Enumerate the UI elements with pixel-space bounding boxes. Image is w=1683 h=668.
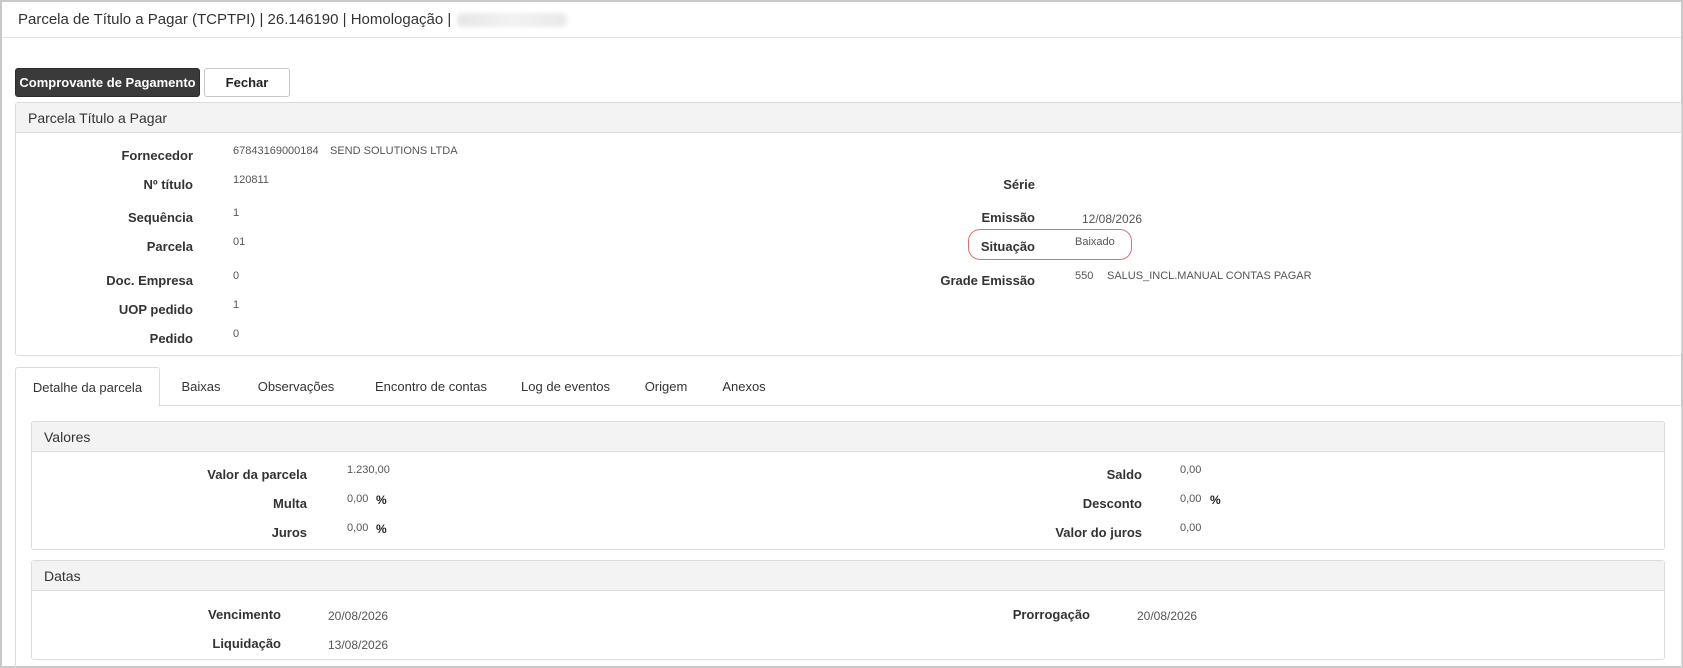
juros-label: Juros <box>271 525 307 540</box>
prorrogacao-label: Prorrogação <box>1012 607 1090 622</box>
saldo-label: Saldo <box>1106 467 1142 482</box>
valor-juros-value: 0,00 <box>1180 522 1202 534</box>
tab-detalhe-parcela[interactable]: Detalhe da parcela <box>15 367 160 407</box>
sequencia-value: 1 <box>233 207 240 219</box>
desconto-label: Desconto <box>1082 496 1142 511</box>
valores-title: Valores <box>32 422 1664 452</box>
pedido-value: 0 <box>233 328 240 340</box>
grade-emissao-code: 550 <box>1075 270 1094 282</box>
situacao-value: Baixado <box>1075 236 1115 248</box>
fornecedor-code: 67843169000184 <box>233 145 319 157</box>
valor-parcela-value: 1.230,00 <box>347 464 390 476</box>
redacted-environment <box>457 12 568 27</box>
grade-emissao-label: Grade Emissão <box>940 273 1035 288</box>
prorrogacao-value: 20/08/2026 <box>1137 609 1198 623</box>
sequencia-label: Sequência <box>127 210 193 225</box>
situacao-label: Situação <box>980 239 1035 254</box>
doc-empresa-value: 0 <box>233 270 240 282</box>
fechar-button[interactable]: Fechar <box>204 68 290 97</box>
desconto-value: 0,00 <box>1180 493 1202 505</box>
multa-percent: % <box>376 493 387 507</box>
vencimento-value: 20/08/2026 <box>328 609 389 623</box>
fornecedor-label: Fornecedor <box>121 148 193 163</box>
app-window: Parcela de Título a Pagar (TCPTPI) | 26.… <box>0 0 1683 668</box>
title-bar: Parcela de Título a Pagar (TCPTPI) | 26.… <box>2 2 1681 38</box>
vencimento-label: Vencimento <box>208 607 281 622</box>
emissao-value: 12/08/2026 <box>1082 212 1143 226</box>
window-title: Parcela de Título a Pagar (TCPTPI) | 26.… <box>18 11 452 28</box>
titulo-value: 120811 <box>233 174 269 186</box>
emissao-label: Emissão <box>981 210 1035 225</box>
multa-label: Multa <box>273 496 307 511</box>
valor-juros-label: Valor do juros <box>1055 525 1142 540</box>
datas-title: Datas <box>32 561 1664 591</box>
juros-percent: % <box>376 522 387 536</box>
liquidacao-value: 13/08/2026 <box>328 638 389 652</box>
parcela-titulo-panel: Parcela Título a Pagar <box>15 102 1682 356</box>
pedido-label: Pedido <box>149 331 193 346</box>
tab-baixas[interactable]: Baixas <box>166 367 236 406</box>
juros-value: 0,00 <box>347 522 369 534</box>
parcela-label: Parcela <box>146 239 193 254</box>
tab-origem[interactable]: Origem <box>630 367 702 406</box>
tab-anexos[interactable]: Anexos <box>708 367 780 406</box>
doc-empresa-label: Doc. Empresa <box>106 273 193 288</box>
tab-observacoes[interactable]: Observações <box>244 367 348 406</box>
desconto-percent: % <box>1210 493 1221 507</box>
panel-title: Parcela Título a Pagar <box>16 103 1681 133</box>
titulo-label: Nº título <box>143 177 193 192</box>
tab-log-eventos[interactable]: Log de eventos <box>509 367 622 406</box>
uop-pedido-value: 1 <box>233 299 240 311</box>
parcela-value: 01 <box>233 236 246 248</box>
uop-pedido-label: UOP pedido <box>118 302 193 317</box>
liquidacao-label: Liquidação <box>212 636 281 651</box>
saldo-value: 0,00 <box>1180 464 1202 476</box>
serie-label: Série <box>1003 177 1035 192</box>
comprovante-pagamento-button[interactable]: Comprovante de Pagamento <box>15 68 200 97</box>
multa-value: 0,00 <box>347 493 369 505</box>
tab-encontro-contas[interactable]: Encontro de contas <box>358 367 504 406</box>
tab-bar: Detalhe da parcela Baixas Observações En… <box>15 367 1682 407</box>
grade-emissao-name: SALUS_INCL.MANUAL CONTAS PAGAR <box>1107 270 1312 282</box>
valor-parcela-label: Valor da parcela <box>207 467 307 482</box>
fornecedor-name: SEND SOLUTIONS LTDA <box>330 145 458 157</box>
